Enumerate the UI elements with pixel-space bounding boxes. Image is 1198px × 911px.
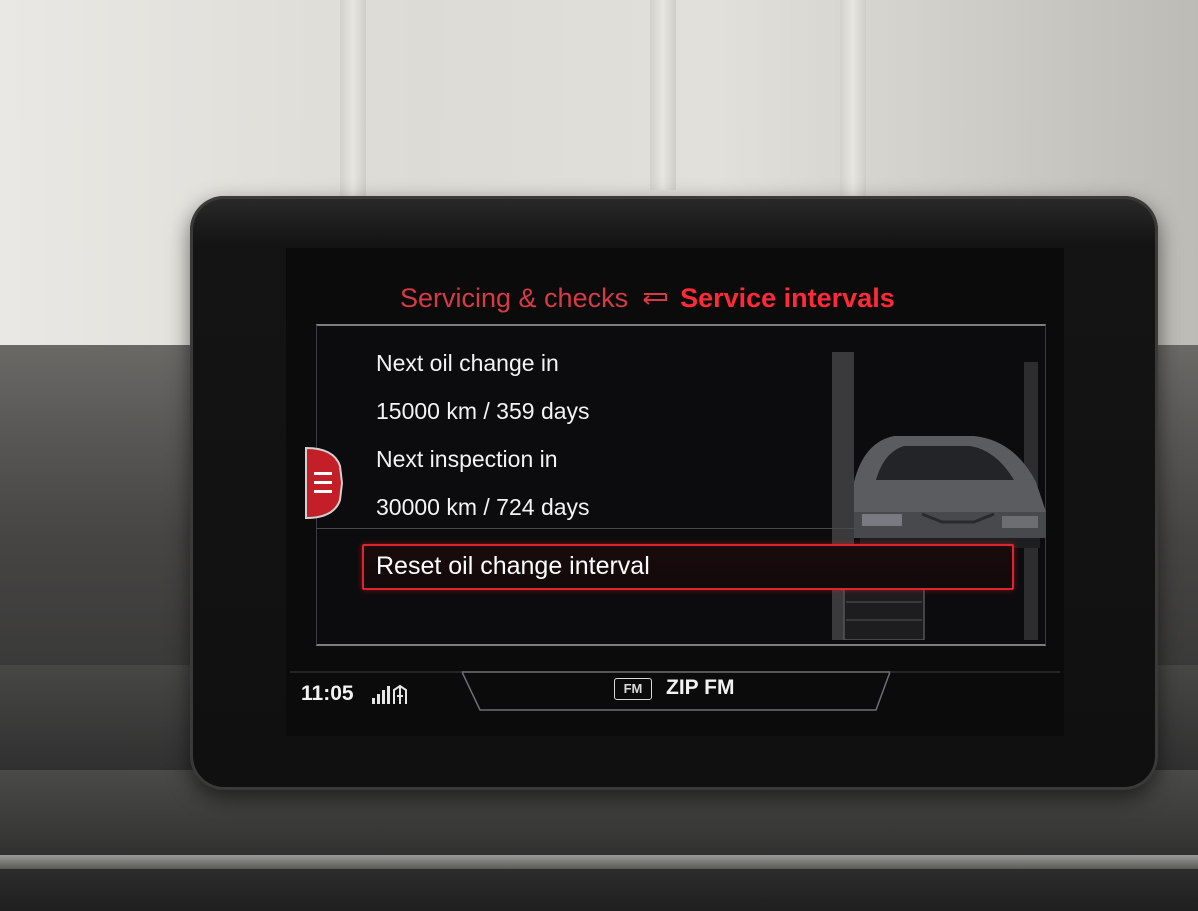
inspection-value: 30000 km / 724 days — [376, 494, 590, 520]
reset-oil-change-label: Reset oil change interval — [376, 552, 650, 580]
reset-oil-change-button[interactable]: Reset oil change interval — [362, 544, 1014, 590]
breadcrumb-parent[interactable]: Servicing & checks — [400, 283, 628, 314]
inspection-label: Next inspection in — [376, 446, 558, 472]
menu-lines-icon[interactable] — [304, 446, 346, 520]
breadcrumb-current: Service intervals — [680, 282, 895, 313]
breadcrumb: Servicing & checks Service intervals — [400, 276, 895, 320]
wall-column — [650, 0, 676, 190]
return-arrow-icon — [640, 286, 670, 311]
dashboard-lower — [0, 770, 1198, 911]
dashboard-trim — [0, 855, 1198, 869]
wall-column — [840, 0, 866, 220]
wall-column — [340, 0, 366, 210]
list-divider — [316, 528, 1044, 529]
oil-change-label: Next oil change in — [376, 350, 559, 376]
oil-change-value: 15000 km / 359 days — [376, 398, 590, 424]
source-badge: FM — [614, 678, 652, 700]
radio-station[interactable]: ZIP FM — [666, 676, 734, 700]
signal-bars-icon — [372, 684, 407, 704]
clock: 11:05 — [301, 682, 354, 705]
photo-scene: Servicing & checks Service intervals Nex… — [0, 0, 1198, 911]
car-on-lift-image — [832, 352, 1046, 640]
